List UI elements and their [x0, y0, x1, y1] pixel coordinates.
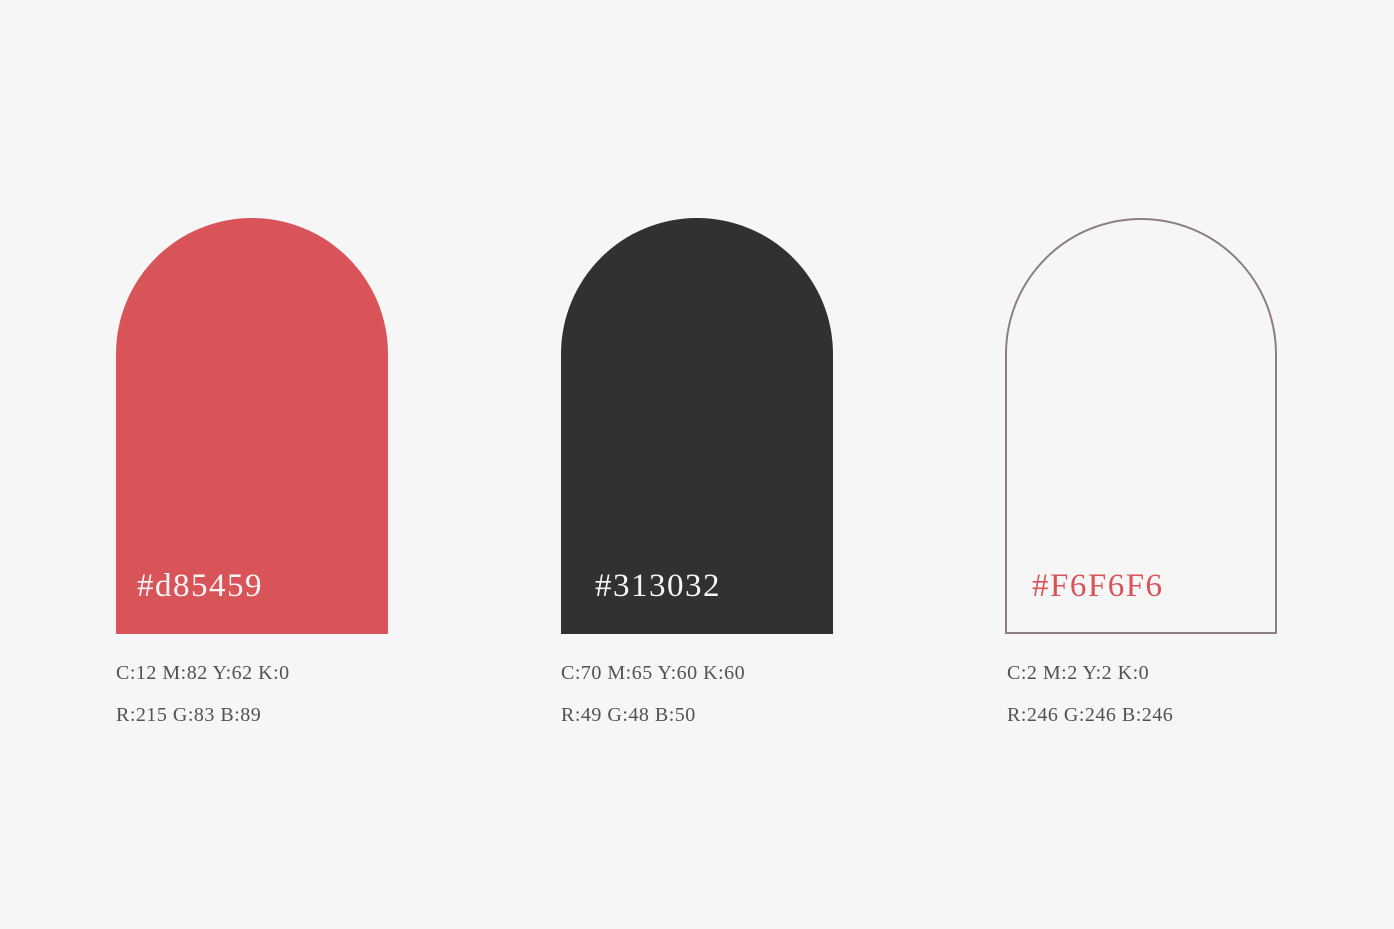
color-specs-3: C:2 M:2 Y:2 K:0 R:246 G:246 B:246: [1007, 652, 1277, 736]
hex-code-3: #F6F6F6: [1032, 568, 1164, 604]
cmyk-values-1: C:12 M:82 Y:62 K:0: [116, 662, 290, 684]
cmyk-values-3: C:2 M:2 Y:2 K:0: [1007, 662, 1150, 684]
color-specs-2: C:70 M:65 Y:60 K:60 R:49 G:48 B:50: [561, 652, 833, 736]
swatch-2: #313032 C:70 M:65 Y:60 K:60 R:49 G:48 B:…: [561, 218, 833, 736]
rgb-values-1: R:215 G:83 B:89: [116, 704, 262, 726]
color-arch-3: #F6F6F6: [1005, 218, 1277, 634]
hex-code-2: #313032: [595, 568, 721, 604]
color-arch-1: #d85459: [116, 218, 388, 634]
hex-code-1: #d85459: [137, 568, 263, 604]
rgb-values-3: R:246 G:246 B:246: [1007, 704, 1174, 726]
color-specs-1: C:12 M:82 Y:62 K:0 R:215 G:83 B:89: [116, 652, 388, 736]
cmyk-values-2: C:70 M:65 Y:60 K:60: [561, 662, 746, 684]
swatch-3: #F6F6F6 C:2 M:2 Y:2 K:0 R:246 G:246 B:24…: [1005, 218, 1277, 736]
rgb-values-2: R:49 G:48 B:50: [561, 704, 696, 726]
swatch-1: #d85459 C:12 M:82 Y:62 K:0 R:215 G:83 B:…: [116, 218, 388, 736]
color-arch-2: #313032: [561, 218, 833, 634]
